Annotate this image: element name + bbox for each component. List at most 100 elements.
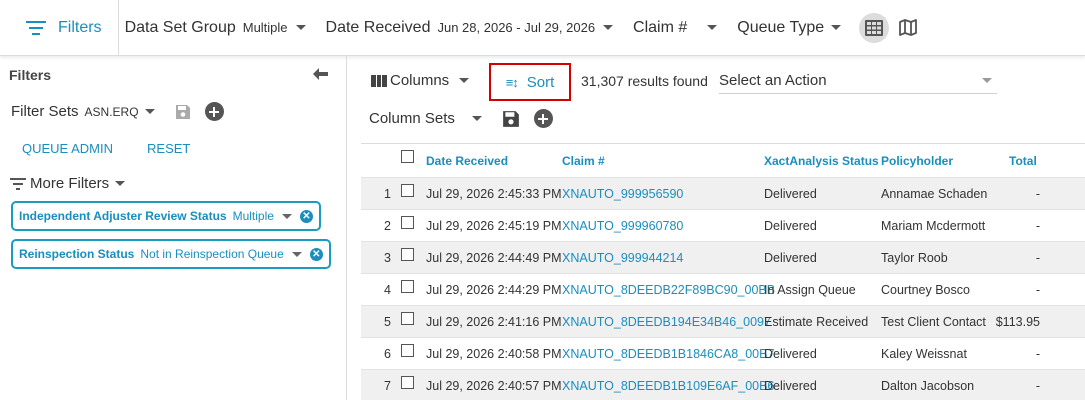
queue-type-label: Queue Type — [737, 18, 825, 36]
sort-label: Sort — [526, 73, 555, 91]
filter-sets-dropdown[interactable]: ASN.ERQ — [85, 105, 155, 119]
cell-xactanalysis-status: In Assign Queue — [764, 282, 856, 297]
header-date-received[interactable]: Date Received — [425, 154, 562, 168]
save-column-set-icon[interactable] — [502, 110, 520, 128]
table-row[interactable]: 2 Jul 29, 2026 2:45:19 PM XNAUTO_999960780… — [361, 210, 1085, 242]
filter-sets-label: Filter Sets — [11, 103, 79, 120]
row-checkbox[interactable] — [401, 184, 425, 197]
cell-total: - — [1035, 250, 1040, 265]
column-sets-dropdown[interactable]: Column Sets — [369, 110, 482, 127]
cell-claim-number[interactable]: XNAUTO_999956590 — [562, 187, 764, 201]
filter-chip-independent-adjuster[interactable]: Independent Adjuster Review Status Multi… — [11, 201, 321, 231]
cell-xactanalysis-status: Delivered — [764, 378, 817, 393]
filters-toggle-button[interactable]: Filters — [0, 0, 119, 55]
row-checkbox[interactable] — [401, 280, 425, 293]
results-count: 31,307 results found — [581, 73, 708, 89]
action-select[interactable]: Select an Action — [719, 68, 997, 94]
checkbox-icon — [401, 150, 414, 163]
remove-chip-icon[interactable]: ✕ — [309, 247, 323, 261]
cell-total: - — [1035, 282, 1040, 297]
add-column-set-icon[interactable] — [533, 109, 553, 128]
row-number: 3 — [384, 250, 391, 265]
header-policyholder[interactable]: Policyholder — [881, 154, 992, 168]
cell-claim-number[interactable]: XNAUTO_8DEEDB22F89BC90_00BB — [562, 283, 775, 297]
header-xactanalysis-status[interactable]: XactAnalysis Status — [764, 154, 881, 168]
columns-dropdown[interactable]: Columns — [371, 72, 470, 89]
cell-claim-number[interactable]: XNAUTO_8DEEDB1B109E6AF_00B6 — [562, 379, 774, 393]
grid-view-button[interactable] — [859, 12, 890, 43]
cell-total: - — [1035, 346, 1040, 361]
chevron-down-icon — [459, 78, 470, 83]
filter-chip-reinspection-status[interactable]: Reinspection Status Not in Reinspection … — [11, 239, 331, 269]
select-all-checkbox[interactable] — [401, 150, 425, 163]
date-received-dropdown[interactable]: Date Received Jun 28, 2026 - Jul 29, 202… — [326, 0, 614, 55]
cell-total: - — [1035, 378, 1040, 393]
cell-policyholder: Annamae Schaden — [881, 186, 988, 201]
chevron-down-icon — [471, 116, 482, 121]
row-checkbox[interactable] — [401, 312, 425, 325]
results-table: Date Received Claim # XactAnalysis Statu… — [361, 143, 1085, 400]
claim-number-label: Claim # — [633, 18, 688, 36]
chevron-down-icon — [603, 25, 614, 30]
cell-date-received: Jul 29, 2026 2:45:19 PM — [426, 218, 562, 233]
checkbox-icon — [401, 280, 414, 293]
header-claim-number[interactable]: Claim # — [562, 154, 764, 168]
chip-value: Not in Reinspection Queue — [140, 247, 284, 261]
date-received-label: Date Received — [325, 18, 431, 36]
cell-claim-number[interactable]: XNAUTO_8DEEDB194E34B46_0097 — [562, 315, 771, 329]
chip-key: Reinspection Status — [19, 247, 135, 261]
cell-xactanalysis-status: Estimate Received — [764, 314, 869, 329]
header-total[interactable]: Total — [992, 154, 1085, 168]
queue-type-dropdown[interactable]: Queue Type — [737, 0, 842, 55]
column-sets-label: Column Sets — [369, 110, 455, 127]
sort-icon: ≡↕ — [505, 74, 519, 90]
table-body: 1 Jul 29, 2026 2:45:33 PM XNAUTO_999956590… — [361, 178, 1085, 400]
add-filter-set-icon[interactable] — [204, 102, 224, 121]
checkbox-icon — [401, 344, 414, 357]
top-filter-bar: Filters Data Set Group Multiple Date Rec… — [0, 0, 1085, 56]
cell-claim-number[interactable]: XNAUTO_8DEEDB1B1846CA8_00B7 — [562, 347, 774, 361]
checkbox-icon — [401, 184, 414, 197]
filter-actions: QUEUE ADMIN RESET — [22, 141, 190, 156]
grid-icon — [865, 19, 884, 36]
row-checkbox[interactable] — [401, 216, 425, 229]
table-row[interactable]: 1 Jul 29, 2026 2:45:33 PM XNAUTO_999956590… — [361, 178, 1085, 210]
table-row[interactable]: 6 Jul 29, 2026 2:40:58 PM XNAUTO_8DEEDB1B1… — [361, 338, 1085, 370]
cell-policyholder: Kaley Weissnat — [881, 346, 967, 361]
cell-claim-number[interactable]: XNAUTO_999944214 — [562, 251, 764, 265]
claim-number-dropdown[interactable]: Claim # — [633, 0, 718, 55]
results-area: Columns ≡↕ Sort 31,307 results found Sel… — [348, 56, 1085, 400]
reset-link[interactable]: RESET — [147, 141, 190, 156]
chevron-down-icon — [115, 181, 126, 186]
save-filter-set-icon[interactable] — [175, 104, 191, 120]
map-icon — [899, 19, 918, 36]
table-row[interactable]: 3 Jul 29, 2026 2:44:49 PM XNAUTO_999944214… — [361, 242, 1085, 274]
row-number: 6 — [384, 346, 391, 361]
cell-policyholder: Taylor Roob — [881, 250, 948, 265]
cell-date-received: Jul 29, 2026 2:45:33 PM — [426, 186, 562, 201]
columns-icon — [371, 74, 388, 87]
table-row[interactable]: 5 Jul 29, 2026 2:41:16 PM XNAUTO_8DEEDB194… — [361, 306, 1085, 338]
data-set-group-dropdown[interactable]: Data Set Group Multiple — [125, 0, 306, 55]
row-checkbox[interactable] — [401, 344, 425, 357]
chevron-down-icon — [831, 25, 842, 30]
remove-chip-icon[interactable]: ✕ — [299, 209, 313, 223]
cell-total: $113.95 — [995, 314, 1040, 329]
cell-policyholder: Mariam Mcdermott — [881, 218, 986, 233]
map-view-button[interactable] — [893, 13, 923, 43]
cell-claim-number[interactable]: XNAUTO_999960780 — [562, 219, 764, 233]
cell-date-received: Jul 29, 2026 2:40:57 PM — [426, 378, 562, 393]
row-number: 5 — [384, 314, 391, 329]
sort-button[interactable]: ≡↕ Sort — [489, 63, 571, 101]
table-row[interactable]: 7 Jul 29, 2026 2:40:57 PM XNAUTO_8DEEDB1B1… — [361, 370, 1085, 400]
cell-total: - — [1035, 186, 1040, 201]
columns-label: Columns — [390, 72, 450, 89]
row-checkbox[interactable] — [401, 376, 425, 389]
queue-admin-link[interactable]: QUEUE ADMIN — [22, 141, 113, 156]
cell-date-received: Jul 29, 2026 2:44:49 PM — [426, 250, 562, 265]
table-row[interactable]: 4 Jul 29, 2026 2:44:29 PM XNAUTO_8DEEDB22F… — [361, 274, 1085, 306]
collapse-panel-icon[interactable] — [312, 67, 328, 81]
row-checkbox[interactable] — [401, 248, 425, 261]
filters-panel-title: Filters — [9, 67, 52, 83]
more-filters-dropdown[interactable]: More Filters — [10, 175, 126, 192]
